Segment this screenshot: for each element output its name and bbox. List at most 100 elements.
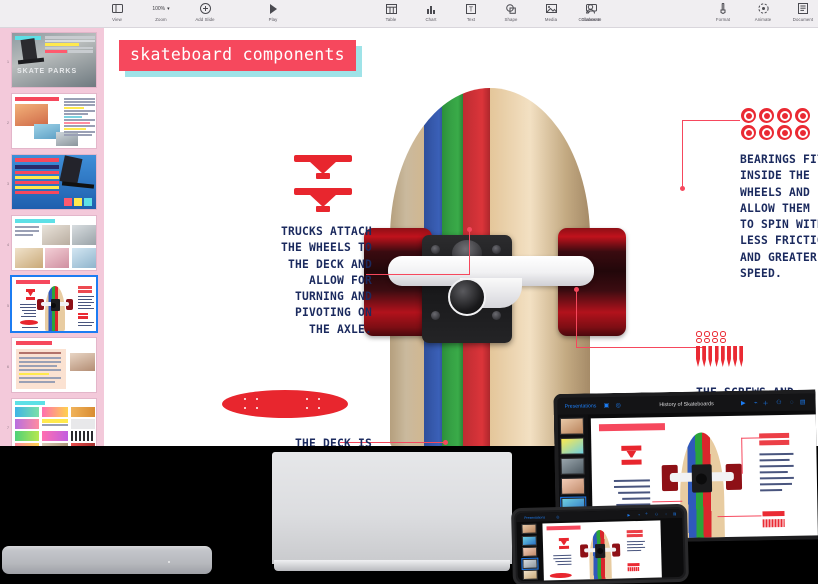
view-icon (111, 2, 124, 15)
screw-icon (739, 346, 744, 367)
animate-button[interactable]: Animate (748, 0, 778, 22)
nut-icon (720, 337, 726, 343)
slide-thumbnail-1[interactable]: 1 SKATE PARKS (5, 32, 99, 88)
zoom-control[interactable]: 100% ▾ Zoom (142, 0, 180, 22)
format-brush-icon (717, 2, 730, 15)
thumb-canvas (11, 337, 97, 393)
format-label: Format (715, 16, 731, 22)
leader-trucks-v (469, 230, 471, 275)
play-button[interactable]: Play (258, 0, 288, 22)
zoom-value-row: 100% ▾ (152, 2, 169, 15)
nut-icon (712, 337, 718, 343)
iphone-slide-canvas[interactable] (542, 520, 662, 582)
ipad-toolbar: Presentations ▣ ◎ History of Skateboards… (557, 393, 816, 415)
bearings-callout-text: BEARINGS FIT INSIDE THE WHEELS AND ALLOW… (740, 153, 818, 280)
play-icon[interactable]: ▶ (741, 400, 746, 407)
leader-screws-h (576, 347, 706, 349)
slide-navigator[interactable]: 1 SKATE PARKS 2 3 4 5 6 7 (0, 28, 104, 446)
settings-icon[interactable]: ◎ (556, 515, 559, 519)
leader-dot-deck (443, 440, 448, 445)
text-button[interactable]: T Text (456, 0, 486, 22)
slide-thumbnail-3[interactable]: 3 (5, 154, 99, 210)
slide-thumbnail-7[interactable]: 7 (5, 398, 99, 446)
collaborate-label: Collaborate (578, 16, 602, 22)
format-button[interactable]: Format (708, 0, 738, 22)
iphone-thumb-5[interactable] (522, 569, 538, 581)
screw-icon (702, 346, 707, 367)
toolbar-collaborate-group: Collaborate (570, 0, 610, 22)
chart-button[interactable]: Chart (416, 0, 446, 22)
iphone-slide-navigator[interactable] (520, 523, 539, 581)
nut-icon (704, 337, 710, 343)
settings-icon[interactable]: ◎ (616, 402, 621, 409)
slide-thumbnail-5[interactable]: 5 (5, 275, 99, 333)
more-icon[interactable]: ◌ (790, 399, 794, 405)
truck-kingpin (448, 278, 486, 316)
add-slide-button[interactable]: Add Slide (190, 0, 220, 22)
document-icon[interactable]: ▤ (800, 399, 806, 406)
format-brush-icon[interactable]: ⌁ (754, 399, 758, 406)
bearing-icon (777, 108, 792, 123)
thumb-canvas: SKATE PARKS (11, 32, 97, 88)
iphone-screen[interactable]: Presentations ◎ ▶ ⌁ ＋ ⚇ ◌ ▤ (516, 508, 684, 582)
slide-title[interactable]: skateboard components (119, 40, 356, 71)
bearing-icon (795, 108, 810, 123)
iphone-thumb-2[interactable] (521, 535, 537, 546)
leader-trucks-h (366, 274, 470, 276)
collaborate-button[interactable]: Collaborate (570, 0, 610, 22)
play-label: Play (268, 16, 278, 22)
document-button[interactable]: Document (788, 0, 818, 22)
screw-icon (696, 346, 700, 367)
toolbar-play-group: Play (258, 0, 288, 22)
truck-icon (294, 154, 352, 181)
document-icon[interactable]: ▤ (673, 511, 677, 515)
zoom-label: Zoom (155, 16, 167, 22)
add-slide-label: Add Slide (195, 16, 215, 22)
nut-icon (696, 337, 702, 343)
table-button[interactable]: Table (376, 0, 406, 22)
slide-thumbnail-4[interactable]: 4 (5, 215, 99, 271)
more-icon[interactable]: ◌ (665, 512, 667, 516)
ipad-thumb-2[interactable] (560, 437, 585, 455)
add-slide-icon (199, 2, 212, 15)
view-button[interactable]: View (102, 0, 132, 22)
table-label: Table (385, 16, 397, 22)
add-icon[interactable]: ＋ (762, 398, 769, 407)
zoom-value: 100% (152, 5, 166, 12)
bearing-icon (795, 125, 810, 140)
ipad-document-title: History of Skateboards (659, 400, 714, 408)
iphone-thumb-3[interactable] (522, 546, 538, 558)
leader-dot-bearings (680, 186, 685, 191)
leader-dot-trucks (467, 227, 472, 232)
leader-bearings-v (682, 120, 684, 188)
slide-thumbnail-2[interactable]: 2 (5, 93, 99, 149)
collaborate-icon[interactable]: ⚇ (655, 512, 658, 516)
document-icon (797, 2, 810, 15)
iphone-thumb-4-selected[interactable] (521, 557, 539, 570)
leader-screws-v (576, 290, 578, 348)
screw-row (696, 346, 744, 367)
display-stand (274, 560, 510, 571)
screw-icon (708, 346, 713, 367)
truck-hanger (388, 256, 594, 308)
ipad-thumb-4[interactable] (560, 477, 586, 495)
slide-thumbnail-6[interactable]: 6 (5, 337, 99, 393)
shape-button[interactable]: Shape (496, 0, 526, 22)
leader-bearings-h (682, 120, 740, 122)
format-brush-icon[interactable]: ⌁ (638, 512, 640, 516)
ipad-thumb-3[interactable] (560, 457, 585, 475)
document-label: Document (792, 16, 814, 22)
bearing-icon (777, 125, 792, 140)
media-button[interactable]: Media (536, 0, 566, 22)
slide-canvas[interactable]: skateboard components TRUCKS ATTACH THE … (104, 28, 818, 446)
table-icon (385, 2, 398, 15)
collaborate-icon[interactable]: ⚇ (776, 399, 781, 406)
ipad-back-button[interactable]: Presentations (565, 403, 597, 410)
add-icon[interactable]: ＋ (645, 512, 649, 517)
ipad-thumb-1[interactable] (559, 417, 585, 435)
iphone-back-button[interactable]: Presentations (524, 515, 545, 520)
toolbar-right-group: Format Animate Document (708, 0, 818, 22)
iphone-thumb-1[interactable] (521, 523, 537, 535)
play-icon[interactable]: ▶ (627, 513, 630, 517)
sidebar-toggle-icon[interactable]: ▣ (604, 402, 610, 409)
